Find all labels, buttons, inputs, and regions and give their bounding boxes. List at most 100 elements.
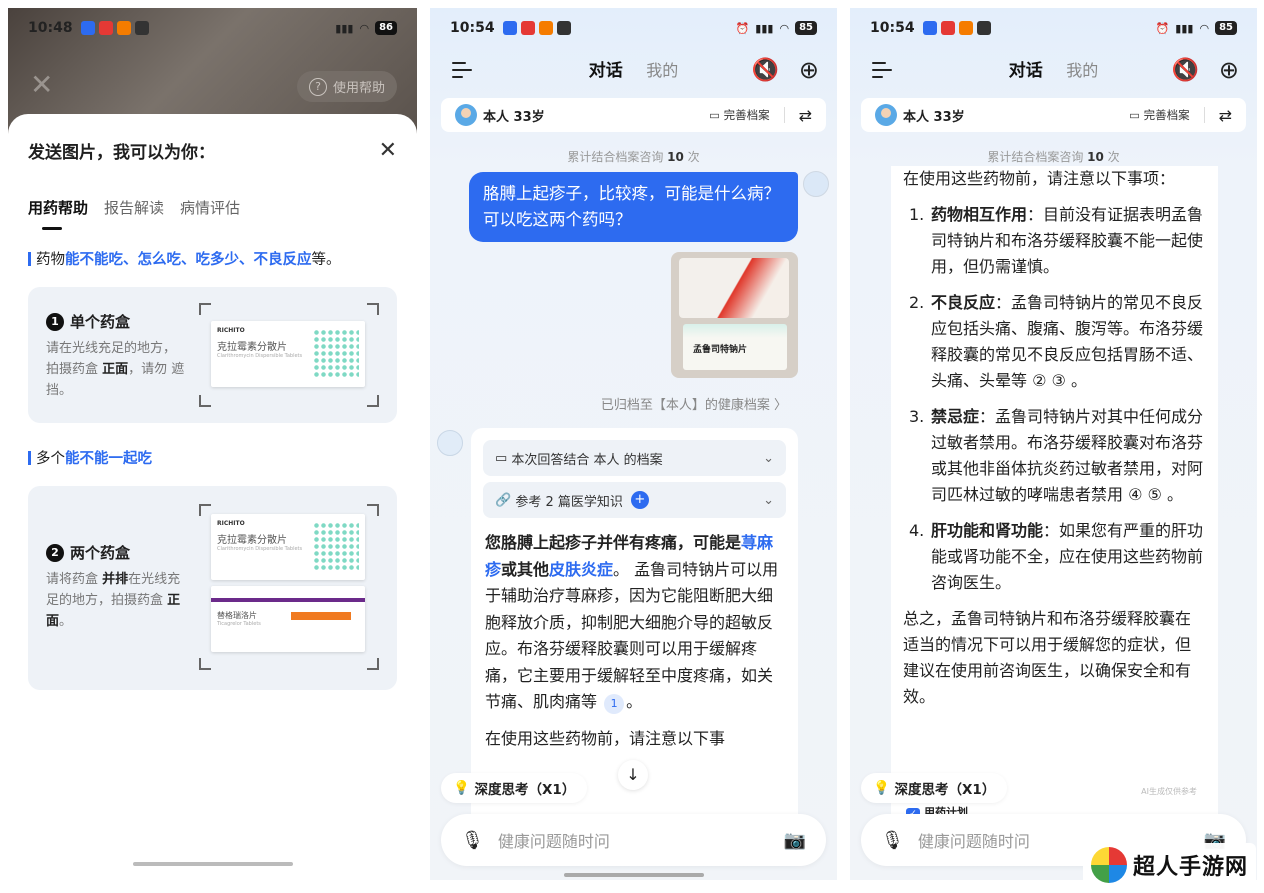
status-bar: 10:54 ⏰ ▮▮▮ ◠ 85	[430, 8, 837, 48]
photo-label: 孟鲁司特钠片	[683, 324, 787, 370]
section-single: 药物 能不能吃、怎么吃、吃多少、不良反应 等。	[28, 248, 397, 269]
tab-mine[interactable]: 我的	[646, 61, 678, 80]
tab-chat[interactable]: 对话	[589, 61, 623, 81]
battery-icon: 85	[795, 21, 817, 35]
top-bar: 对话 我的 🔇 ⊕	[850, 52, 1257, 92]
help-button[interactable]: ? 使用帮助	[296, 71, 397, 102]
app-icon	[80, 21, 95, 35]
example-frame: RICHITO 克拉霉素分散片 Clarithromycin Dispersib…	[199, 303, 379, 407]
sheet-title: 发送图片，我可以为你： ✕	[28, 138, 397, 163]
list-item: 4. 肝功能和肾功能：如果您有严重的肝功能或肾功能不全，应在使用这些药物前咨询医生…	[909, 521, 1204, 592]
archived-link[interactable]: 已归档至【本人】的健康档案 〉	[601, 394, 787, 413]
knowledge-ref-row[interactable]: 🔗 参考 2 篇医学知识 + ⌄	[483, 482, 786, 518]
mute-icon[interactable]: 🔇	[752, 58, 779, 83]
camera-plus-icon[interactable]: 📷	[784, 830, 806, 851]
section-suffix: 等。	[311, 252, 341, 268]
section-highlight: 能不能吃、怎么吃、吃多少、不良反应	[65, 252, 312, 268]
section-prefix: 多个	[36, 451, 65, 467]
deep-think-toggle[interactable]: 💡 深度思考（X1）	[441, 773, 588, 803]
term-link[interactable]: 皮肤炎症	[549, 560, 613, 579]
complete-profile-button[interactable]: ▭ 完善档案	[709, 107, 785, 123]
card-title-text: 单个药盒	[70, 313, 131, 331]
status-time: 10:54	[870, 20, 915, 36]
profile-bar[interactable]: 本人 33岁 ▭ 完善档案 ⇄	[861, 98, 1246, 132]
avatar	[455, 104, 477, 126]
wifi-icon: ◠	[1199, 21, 1210, 35]
desc-text: 请将药盒	[46, 572, 103, 587]
section-highlight: 能不能一起吃	[65, 451, 152, 467]
screen-photo-guide: 10:48 ▮▮▮ ◠ 86 ✕ ? 使用帮助 发送图片，我可以为你： ✕ 用药…	[8, 8, 417, 880]
wifi-icon: ◠	[359, 21, 370, 35]
swap-icon[interactable]: ⇄	[799, 106, 812, 125]
site-watermark: 超人手游网	[1082, 843, 1256, 887]
mute-icon[interactable]: 🔇	[1172, 58, 1199, 83]
tab-report[interactable]: 报告解读	[104, 197, 164, 218]
input-placeholder: 健康问题随时问	[497, 832, 610, 851]
new-chat-icon[interactable]: ⊕	[799, 56, 819, 84]
top-bar: 对话 我的 🔇 ⊕	[430, 52, 837, 92]
question-icon: ?	[308, 77, 327, 96]
close-sheet-icon[interactable]: ✕	[379, 138, 397, 163]
card-desc: 请在光线充足的地方，拍摄药盒 正面，请勿 遮挡。	[46, 338, 186, 401]
sheet-title-text: 发送图片，我可以为你：	[28, 143, 215, 163]
number-badge: 2	[46, 543, 64, 562]
deep-think-label: 深度思考（X1）	[894, 782, 996, 798]
mic-icon[interactable]: 🎙	[461, 830, 484, 851]
tab-mine[interactable]: 我的	[1066, 61, 1098, 80]
chevron-down-icon: ⌄	[763, 492, 774, 508]
medicine-box-image: RICHITO 克拉霉素分散片 Clarithromycin Dispersib…	[211, 514, 365, 580]
two-box-card: 2 两个药盒 请将药盒 并排在光线充足的地方，拍摄药盒 正面。 RICHITO …	[28, 486, 397, 690]
close-camera-icon[interactable]: ✕	[30, 68, 53, 101]
desc-bold: 并排	[102, 572, 129, 587]
section-marker	[28, 450, 31, 465]
signal-icon: ▮▮▮	[335, 21, 354, 35]
medicine-box-image: RICHITO 克拉霉素分散片 Clarithromycin Dispersib…	[211, 321, 365, 387]
battery-icon: 85	[1215, 21, 1237, 35]
signal-icon: ▮▮▮	[1175, 21, 1194, 35]
complete-profile-button[interactable]: ▭ 完善档案	[1129, 107, 1205, 123]
scroll-down-button[interactable]: ↓	[618, 760, 648, 790]
guide-tabs: 用药帮助 报告解读 病情评估	[28, 197, 397, 230]
swap-icon[interactable]: ⇄	[1219, 106, 1232, 125]
chat-input[interactable]: 🎙 健康问题随时问 📷	[441, 814, 826, 866]
tab-medication[interactable]: 用药帮助	[28, 197, 88, 230]
signal-icon: ▮▮▮	[755, 21, 774, 35]
example-frame: RICHITO 克拉霉素分散片 Clarithromycin Dispersib…	[199, 504, 379, 670]
ref-text: 本次回答结合 本人 的档案	[511, 452, 663, 468]
home-indicator	[132, 862, 293, 866]
item-title: 药物相互作用	[931, 205, 1028, 224]
bulb-icon: 💡	[453, 780, 475, 796]
list-item: 2. 不良反应：孟鲁司特钠片的常见不良反应包括头痛、腹痛、腹泻等。布洛芬缓释胶囊的…	[909, 293, 1204, 390]
alarm-icon: ⏰	[735, 21, 750, 35]
ai-disclaimer: AI生成仅供参考	[1141, 787, 1197, 796]
consult-counter: 累计结合档案咨询 10 次	[567, 150, 700, 164]
list-item: 1. 药物相互作用：目前没有证据表明孟鲁司特钠片和布洛芬缓释胶囊不能一起使用，但仍…	[909, 205, 1204, 276]
complete-profile-label: 完善档案	[723, 108, 770, 122]
tab-chat[interactable]: 对话	[1009, 61, 1043, 81]
citation-badge[interactable]: 1	[604, 694, 625, 714]
new-chat-icon[interactable]: ⊕	[1219, 56, 1239, 84]
desc-bold: 正面	[102, 362, 129, 377]
user-avatar	[803, 171, 829, 197]
card-title-text: 两个药盒	[70, 544, 131, 562]
uploaded-photo[interactable]: 孟鲁司特钠片	[671, 252, 798, 378]
ai-answer-continued: 在使用这些药物前，请注意以下事项： 1. 药物相互作用：目前没有证据表明孟鲁司特钠…	[891, 166, 1218, 816]
avatar	[875, 104, 897, 126]
tab-condition[interactable]: 病情评估	[180, 197, 240, 218]
alarm-icon: ⏰	[1155, 21, 1170, 35]
help-label: 使用帮助	[332, 81, 385, 96]
item-title: 不良反应	[931, 293, 996, 312]
mic-icon[interactable]: 🎙	[881, 830, 904, 851]
item-title: 禁忌症	[931, 407, 980, 426]
answer-headline: 您胳膊上起疹子并伴有疼痛，可能是	[485, 533, 742, 552]
home-indicator	[563, 873, 704, 877]
link-icon: 🔗	[495, 492, 516, 508]
watermark-text: 超人手游网	[1132, 855, 1248, 880]
profile-ref-row[interactable]: ▭ 本次回答结合 本人 的档案 ⌄	[483, 440, 786, 476]
profile-bar[interactable]: 本人 33岁 ▭ 完善档案 ⇄	[441, 98, 826, 132]
single-box-card: 1 单个药盒 请在光线充足的地方，拍摄药盒 正面，请勿 遮挡。 RICHITO …	[28, 287, 397, 423]
consult-counter: 累计结合档案咨询 10 次	[987, 150, 1120, 164]
wifi-icon: ◠	[779, 21, 790, 35]
deep-think-toggle[interactable]: 💡 深度思考（X1）	[861, 773, 1008, 803]
app-icon	[134, 21, 149, 35]
